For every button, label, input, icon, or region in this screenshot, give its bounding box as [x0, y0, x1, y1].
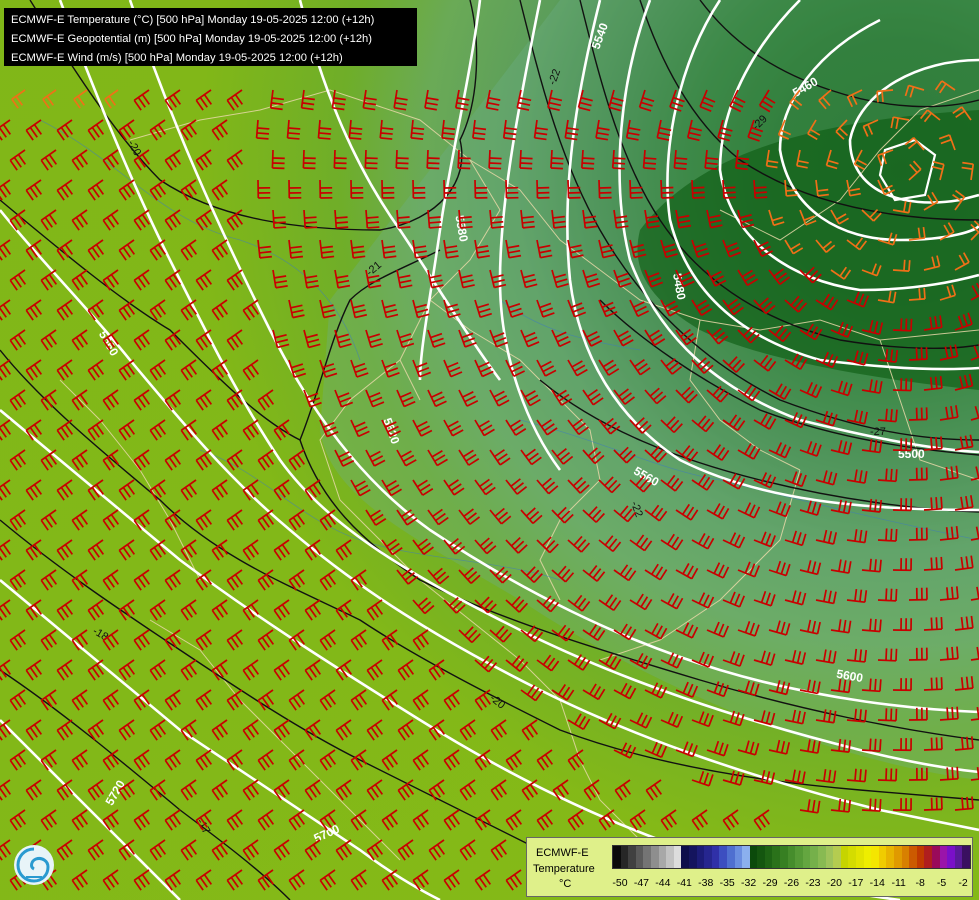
legend-color-swatch [871, 846, 879, 868]
legend-tick: -26 [783, 877, 800, 889]
legend-color-swatch [742, 846, 750, 868]
legend-color-swatch [635, 846, 644, 868]
legend-tick: -50 [612, 877, 628, 889]
legend-color-swatch [947, 846, 955, 868]
legend-color-swatch [954, 846, 963, 868]
temperature-legend: ECMWF-E Temperature °C -50 -47 -44 -41 -38 -3… [526, 837, 973, 897]
legend-color-swatch [613, 846, 621, 868]
legend-tick: -14 [869, 877, 885, 889]
legend-color-swatch [711, 846, 720, 868]
legend-color-swatch [818, 846, 826, 868]
legend-color-swatch [772, 846, 781, 868]
legend-color-swatch [810, 846, 819, 868]
legend-color-swatch [909, 846, 917, 868]
legend-color-swatch [780, 846, 788, 868]
wind-layer-caption: ECMWF-E Wind (m/s) [500 hPa] Monday 19-0… [11, 52, 343, 64]
legend-tick-labels: -50 -47 -44 -41 -38 -35 -32 -29 -26 -23 -20 -17 -14-… [612, 877, 969, 891]
legend-color-swatch [863, 846, 872, 868]
ecmwf-logo-icon [14, 845, 54, 885]
legend-unit: °C [559, 878, 572, 890]
legend-color-swatch [681, 846, 689, 868]
legend-color-swatch [696, 846, 705, 868]
legend-variable-name: Temperature [533, 863, 595, 875]
legend-tick: -8 [915, 877, 925, 889]
legend-color-swatch [628, 846, 636, 868]
legend-color-swatch [840, 846, 849, 868]
legend-color-swatch [825, 846, 834, 868]
temperature-layer-caption: ECMWF-E Temperature (°C) [500 hPa] Monda… [11, 14, 375, 26]
legend-color-swatch [726, 846, 735, 868]
legend-tick: -47 [633, 877, 650, 889]
map-info-header: ECMWF-E Temperature (°C) [500 hPa] Monda… [4, 8, 417, 66]
legend-color-swatch [757, 846, 765, 868]
legend-color-swatch [833, 846, 841, 868]
weather-map: 5540 5460 5580 5480 5620 5560 5500 5600 … [0, 0, 979, 900]
legend-tick: -41 [676, 877, 692, 889]
legend-tick: -38 [698, 877, 714, 889]
legend-color-swatch [802, 846, 811, 868]
legend-color-swatch [666, 846, 674, 868]
legend-color-swatch [643, 846, 651, 868]
legend-color-swatch [931, 846, 940, 868]
legend-color-swatch [787, 846, 796, 868]
legend-tick: -23 [805, 877, 821, 889]
legend-color-swatch [856, 846, 864, 868]
legend-color-swatch [878, 846, 887, 868]
legend-color-swatch [764, 846, 773, 868]
legend-color-swatch [688, 846, 697, 868]
legend-color-swatch [673, 846, 682, 868]
legend-color-swatch [719, 846, 727, 868]
legend-color-swatch [704, 846, 712, 868]
legend-color-swatch [939, 846, 948, 868]
legend-color-swatch [886, 846, 894, 868]
legend-color-swatch [658, 846, 667, 868]
geopotential-layer-caption: ECMWF-E Geopotential (m) [500 hPa] Monda… [11, 33, 372, 45]
legend-color-swatch [795, 846, 803, 868]
legend-color-swatch [916, 846, 925, 868]
legend-color-swatch [893, 846, 902, 868]
legend-color-swatch [650, 846, 659, 868]
legend-color-swatch [749, 846, 758, 868]
legend-tick: -44 [655, 877, 671, 889]
legend-tick: -11 [891, 877, 906, 889]
legend-color-swatch [901, 846, 910, 868]
legend-model-name: ECMWF-E [536, 847, 589, 859]
legend-tick: -35 [719, 877, 735, 889]
legend-color-swatch [924, 846, 932, 868]
legend-color-swatch [962, 846, 970, 868]
legend-tick: -32 [741, 877, 757, 889]
legend-color-swatch [620, 846, 629, 868]
legend-color-swatch [848, 846, 856, 868]
legend-tick: -2 [958, 877, 968, 889]
legend-tick: -17 [848, 877, 864, 889]
legend-color-bar [612, 845, 971, 869]
legend-tick: -5 [936, 877, 947, 889]
legend-color-swatch [734, 846, 743, 868]
temp-label: -27 [870, 426, 886, 438]
legend-tick: -20 [826, 877, 842, 889]
legend-tick: -29 [762, 877, 778, 889]
